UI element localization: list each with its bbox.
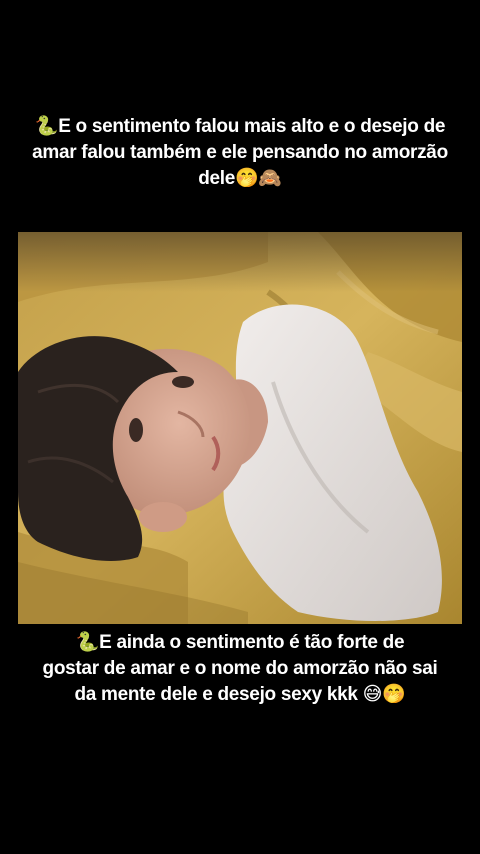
caption-bottom: 🐍E ainda o sentimento é tão forte de gos… xyxy=(20,630,460,708)
caption-top-line-3: dele🤭🙈 xyxy=(198,168,282,189)
eye-right xyxy=(172,376,194,388)
caption-top: 🐍E o sentimento falou mais alto e o dese… xyxy=(20,114,460,192)
video-frame-photo xyxy=(18,232,462,624)
caption-bottom-line-2: gostar de amar e o nome do amorzão não s… xyxy=(42,658,438,679)
caption-top-line-2: amar falou também e ele pensando no amor… xyxy=(32,142,448,163)
ear xyxy=(139,502,187,532)
caption-bottom-line-1: 🐍E ainda o sentimento é tão forte de xyxy=(75,632,405,653)
eye-left xyxy=(129,418,143,442)
photo-illustration xyxy=(18,232,462,624)
caption-bottom-line-3: da mente dele e desejo sexy kkk 😅🤭 xyxy=(74,684,406,705)
caption-top-line-1: 🐍E o sentimento falou mais alto e o dese… xyxy=(34,116,446,137)
